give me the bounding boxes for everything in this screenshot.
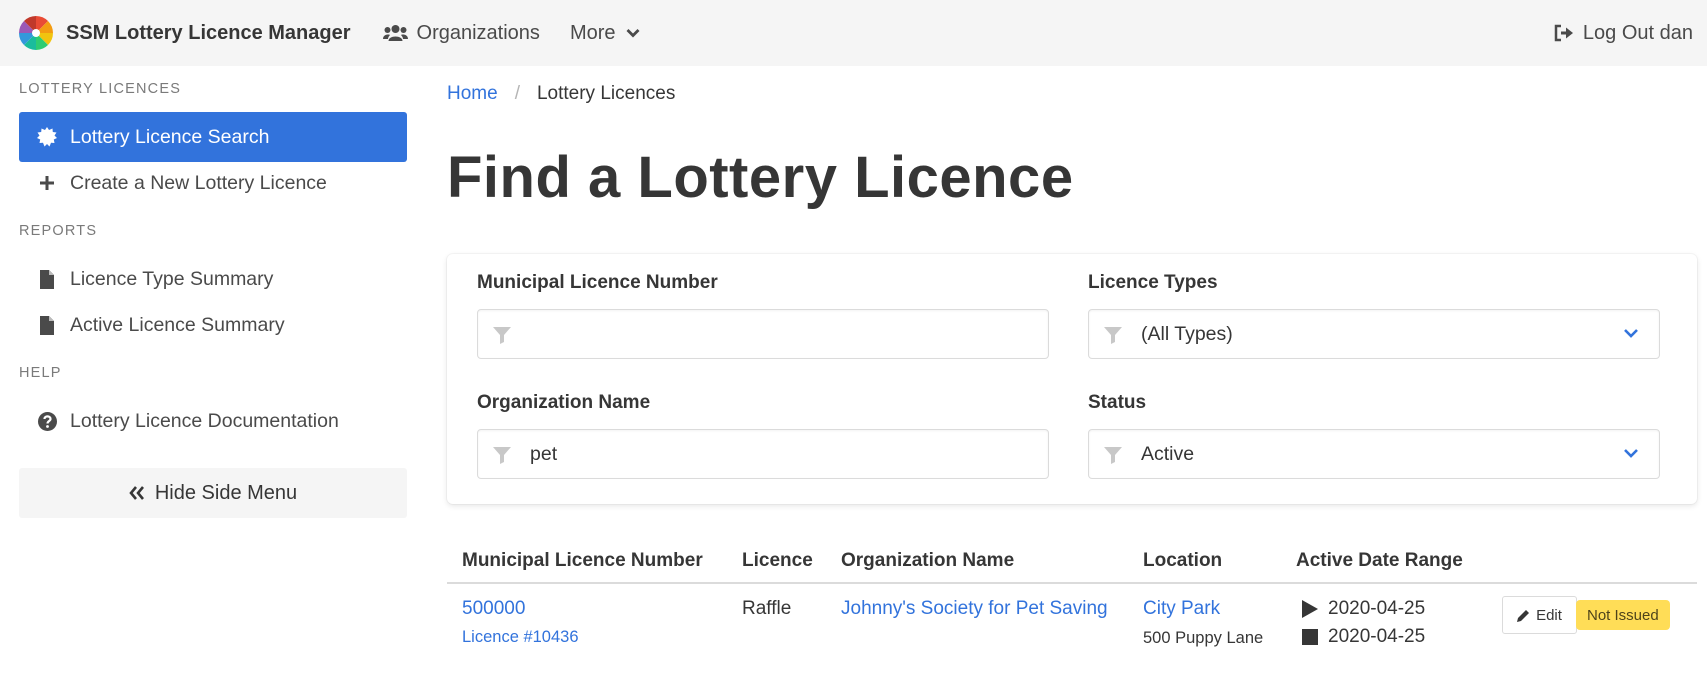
sidebar-item-create-licence[interactable]: Create a New Lottery Licence [19,158,407,208]
th-active-date-range: Active Date Range [1296,550,1463,571]
organization-name-input[interactable]: pet [477,429,1049,479]
end-date: 2020-04-25 [1328,626,1426,647]
logout-label: Log Out dan [1582,21,1693,44]
angle-double-left-icon [129,486,145,500]
licence-types-select[interactable]: (All Types) [1088,309,1660,359]
licence-type: Raffle [742,598,792,619]
licence-types-label: Licence Types [1088,272,1218,293]
page-title: Find a Lottery Licence [447,144,1074,210]
breadcrumb-separator: / [514,83,520,104]
licence-types-value: (All Types) [1141,322,1233,345]
status-badge: Not Issued [1576,600,1670,630]
licence-number-link[interactable]: 500000 [462,598,525,620]
chevron-down-icon [626,28,640,38]
nav-more-label: More [569,21,616,44]
search-filters-panel: Municipal Licence Number Licence Types (… [447,254,1697,504]
brand[interactable]: SSM Lottery Licence Manager [0,0,351,66]
status-select[interactable]: Active [1088,429,1660,479]
sidebar-item-active-licence-summary[interactable]: Active Licence Summary [19,300,407,350]
sidebar-item-licence-type-summary[interactable]: Licence Type Summary [19,254,407,304]
table-row: 500000 Licence #10436 Raffle Johnny's So… [447,584,1697,674]
sidebar-item-label: Create a New Lottery Licence [70,171,327,194]
status-value: Active [1141,442,1195,465]
menu-label-reports: REPORTS [19,223,98,239]
nav-organizations[interactable]: Organizations [368,0,555,66]
chevron-down-icon [1624,329,1638,338]
breadcrumb-home[interactable]: Home [447,83,498,105]
file-icon [37,315,57,335]
sidebar-item-documentation[interactable]: Lottery Licence Documentation [19,396,407,446]
logout-link[interactable]: Log Out dan [1539,0,1707,66]
sign-out-icon [1554,24,1574,42]
edit-label: Edit [1536,606,1562,624]
sidebar-item-label: Active Licence Summary [70,313,285,336]
main-content: Home / Lottery Licences Find a Lottery L… [447,66,1697,674]
sidebar-item-label: Lottery Licence Documentation [70,409,339,432]
filter-icon [1104,327,1122,344]
nav-more-dropdown[interactable]: More [555,0,655,66]
play-icon [1302,600,1318,624]
nav-organizations-label: Organizations [416,21,540,44]
status-field: Status Active [1088,388,1660,479]
chevron-down-icon [1624,449,1638,458]
hide-side-menu-button[interactable]: Hide Side Menu [19,468,407,518]
pencil-icon [1517,609,1530,622]
location-link[interactable]: City Park [1143,598,1220,620]
th-organization-name: Organization Name [841,550,1015,571]
filter-icon [1104,447,1122,464]
organization-name-label: Organization Name [477,392,651,413]
sidebar-item-licence-search[interactable]: Lottery Licence Search [19,112,407,162]
sidebar-item-label: Lottery Licence Search [70,125,270,148]
hide-side-menu-label: Hide Side Menu [154,481,298,504]
filter-icon [493,327,511,344]
licence-number-label: Municipal Licence Number [477,272,718,293]
question-circle-icon [37,411,57,431]
breadcrumb-current: Lottery Licences [536,83,676,104]
plus-icon [37,173,57,193]
table-header: Municipal Licence Number Licence Organiz… [447,540,1697,584]
th-licence: Licence [742,550,813,571]
status-label: Status [1088,392,1147,413]
app-title: SSM Lottery Licence Manager [66,21,351,44]
menu-label-lottery-licences: LOTTERY LICENCES [19,81,182,97]
top-navbar: SSM Lottery Licence Manager Organization… [0,0,1707,66]
organization-name-value: pet [530,442,558,465]
licence-id-link[interactable]: Licence #10436 [462,628,579,647]
licence-number-field: Municipal Licence Number [477,268,1049,359]
certificate-icon [37,127,57,147]
edit-button[interactable]: Edit [1502,596,1577,634]
users-icon [382,24,408,42]
breadcrumb: Home / Lottery Licences [447,66,1697,122]
side-menu: LOTTERY LICENCES Lottery Licence Search … [0,66,425,666]
stop-icon [1302,629,1318,651]
results-table: Municipal Licence Number Licence Organiz… [447,540,1697,674]
licence-number-input[interactable] [477,309,1049,359]
ssm-logo-icon [19,16,53,50]
sidebar-item-label: Licence Type Summary [70,267,274,290]
filter-icon [493,447,511,464]
licence-types-field: Licence Types (All Types) [1088,268,1660,359]
organization-link[interactable]: Johnny's Society for Pet Saving [841,598,1108,620]
th-location: Location [1143,550,1223,571]
file-icon [37,269,57,289]
location-address: 500 Puppy Lane [1143,629,1264,647]
start-date: 2020-04-25 [1328,598,1426,619]
th-licence-number: Municipal Licence Number [462,550,703,571]
menu-label-help: HELP [19,365,62,381]
organization-name-field: Organization Name pet [477,388,1049,479]
